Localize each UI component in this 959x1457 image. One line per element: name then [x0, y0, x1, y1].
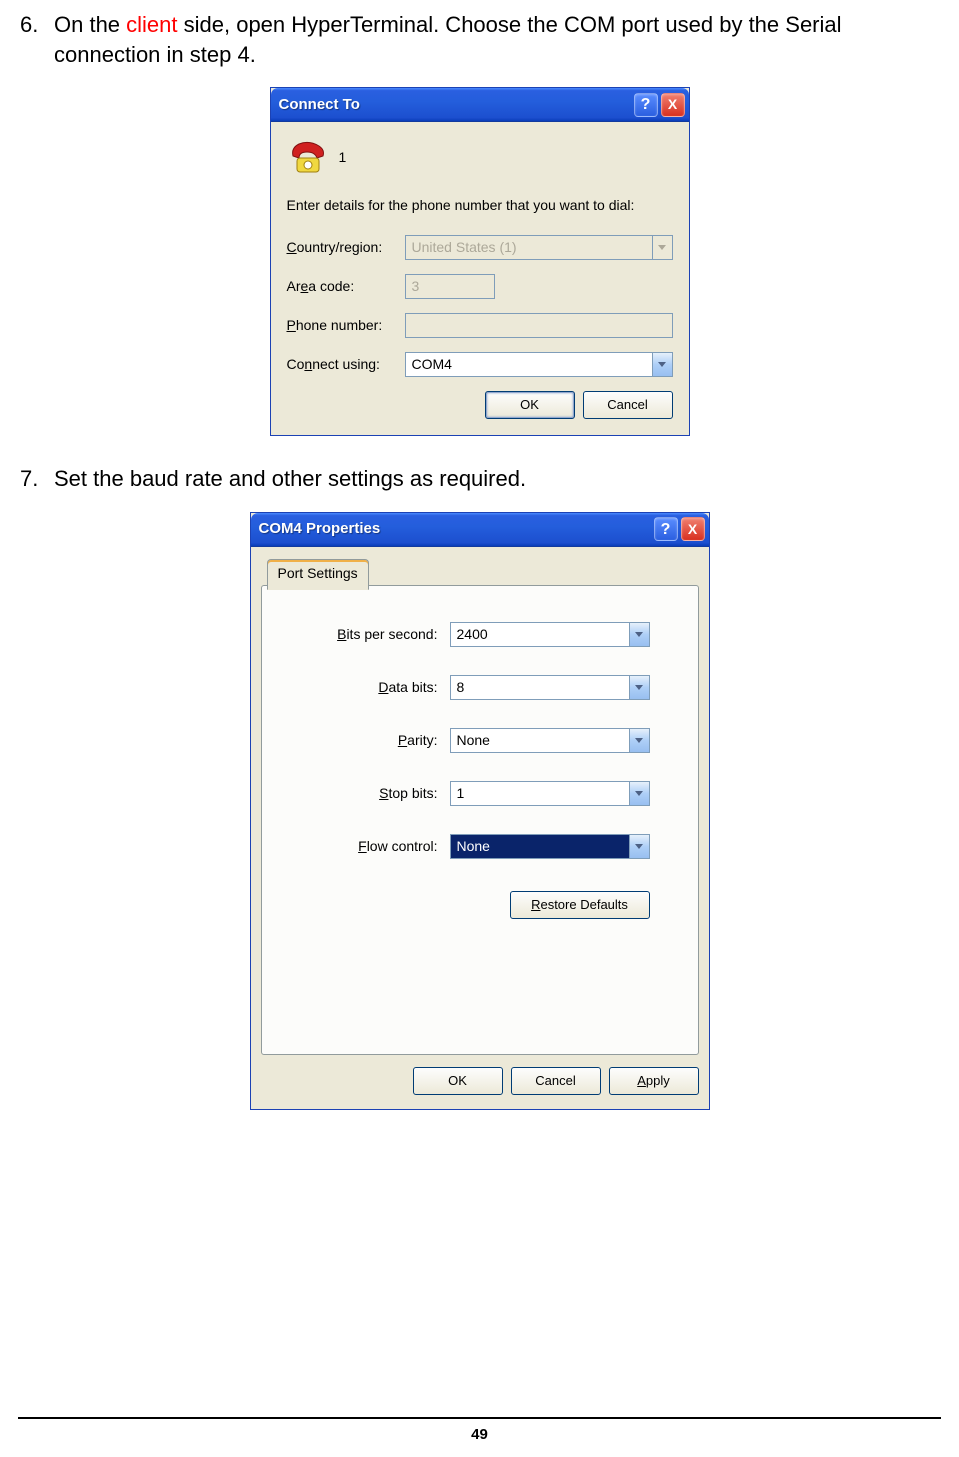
databits-combo[interactable]: 8	[450, 675, 650, 700]
step-6: 6. On the client side, open HyperTermina…	[20, 10, 939, 69]
help-icon: ?	[641, 94, 651, 116]
bps-row: Bits per second: 2400	[282, 622, 678, 647]
connect-to-instruction: Enter details for the phone number that …	[287, 196, 673, 215]
parity-label: Parity:	[398, 731, 438, 750]
properties-body: Port Settings Bits per second: 2400 Data…	[251, 547, 709, 1109]
connect-to-body: 1 Enter details for the phone number tha…	[271, 122, 689, 435]
close-button[interactable]: X	[661, 93, 685, 117]
connect-to-dialog: Connect To ? X 1 Enter details for the p…	[270, 87, 690, 436]
connection-header: 1	[287, 136, 673, 178]
step-6-highlight: client	[126, 12, 177, 37]
phone-number-input	[405, 313, 673, 338]
apply-button[interactable]: Apply	[609, 1067, 699, 1095]
flowcontrol-combo[interactable]: None	[450, 834, 650, 859]
port-settings-panel: Bits per second: 2400 Data bits: 8	[261, 585, 699, 1055]
tab-area: Port Settings Bits per second: 2400 Data…	[261, 555, 699, 1055]
stopbits-value: 1	[450, 781, 629, 806]
connect-using-value: COM4	[405, 352, 652, 377]
stopbits-combo[interactable]: 1	[450, 781, 650, 806]
com4-properties-dialog: COM4 Properties ? X Port Settings Bits p…	[250, 512, 710, 1110]
help-icon: ?	[661, 519, 671, 541]
help-button[interactable]: ?	[634, 93, 658, 117]
connect-to-buttons: OK Cancel	[287, 391, 673, 419]
chevron-down-icon	[652, 235, 673, 260]
chevron-down-icon[interactable]	[629, 781, 650, 806]
page-number: 49	[471, 1426, 488, 1443]
area-label: Area code:	[287, 277, 405, 296]
stopbits-label: Stop bits:	[379, 784, 437, 803]
databits-row: Data bits: 8	[282, 675, 678, 700]
bps-label: Bits per second:	[337, 625, 437, 644]
flowcontrol-value: None	[450, 834, 629, 859]
connect-label: Connect using:	[287, 355, 405, 374]
cancel-button[interactable]: Cancel	[511, 1067, 601, 1095]
step-6-number: 6.	[20, 10, 54, 69]
bps-combo[interactable]: 2400	[450, 622, 650, 647]
cancel-button[interactable]: Cancel	[583, 391, 673, 419]
properties-buttons: OK Cancel Apply	[261, 1067, 699, 1095]
connect-to-titlebar: Connect To ? X	[271, 88, 689, 122]
connect-to-title: Connect To	[279, 95, 631, 115]
properties-title: COM4 Properties	[259, 519, 651, 539]
country-label: Country/region:	[287, 238, 405, 257]
flowcontrol-row: Flow control: None	[282, 834, 678, 859]
parity-value: None	[450, 728, 629, 753]
stopbits-row: Stop bits: 1	[282, 781, 678, 806]
page-footer: 49	[18, 1417, 941, 1445]
phone-icon	[287, 136, 329, 178]
parity-combo[interactable]: None	[450, 728, 650, 753]
chevron-down-icon[interactable]	[629, 675, 650, 700]
connect-using-combo[interactable]: COM4	[405, 352, 673, 377]
chevron-down-icon[interactable]	[652, 352, 673, 377]
phone-label: Phone number:	[287, 316, 405, 335]
properties-dialog-wrap: COM4 Properties ? X Port Settings Bits p…	[20, 512, 939, 1110]
step-7-number: 7.	[20, 464, 54, 494]
connect-row: Connect using: COM4	[287, 352, 673, 377]
databits-label: Data bits:	[378, 678, 437, 697]
country-combo: United States (1)	[405, 235, 673, 260]
step-7: 7. Set the baud rate and other settings …	[20, 464, 939, 494]
step-7-text: Set the baud rate and other settings as …	[54, 464, 939, 494]
country-row: Country/region: United States (1)	[287, 235, 673, 260]
restore-row: Restore Defaults	[282, 891, 678, 919]
step-6-pre: On the	[54, 12, 126, 37]
help-button[interactable]: ?	[654, 517, 678, 541]
flowcontrol-label: Flow control:	[358, 837, 437, 856]
properties-titlebar: COM4 Properties ? X	[251, 513, 709, 547]
parity-row: Parity: None	[282, 728, 678, 753]
chevron-down-icon[interactable]	[629, 622, 650, 647]
area-code-input: 3	[405, 274, 495, 299]
bps-value: 2400	[450, 622, 629, 647]
area-row: Area code: 3	[287, 274, 673, 299]
ok-button[interactable]: OK	[485, 391, 575, 419]
close-icon: X	[688, 520, 697, 539]
restore-defaults-button[interactable]: Restore Defaults	[510, 891, 650, 919]
phone-row: Phone number:	[287, 313, 673, 338]
close-button[interactable]: X	[681, 517, 705, 541]
tab-port-settings[interactable]: Port Settings	[267, 559, 369, 590]
connect-to-dialog-wrap: Connect To ? X 1 Enter details for the p…	[20, 87, 939, 436]
country-value: United States (1)	[405, 235, 652, 260]
ok-button[interactable]: OK	[413, 1067, 503, 1095]
databits-value: 8	[450, 675, 629, 700]
connection-name: 1	[339, 148, 347, 167]
chevron-down-icon[interactable]	[629, 834, 650, 859]
close-icon: X	[668, 95, 677, 114]
chevron-down-icon[interactable]	[629, 728, 650, 753]
step-6-text: On the client side, open HyperTerminal. …	[54, 10, 939, 69]
